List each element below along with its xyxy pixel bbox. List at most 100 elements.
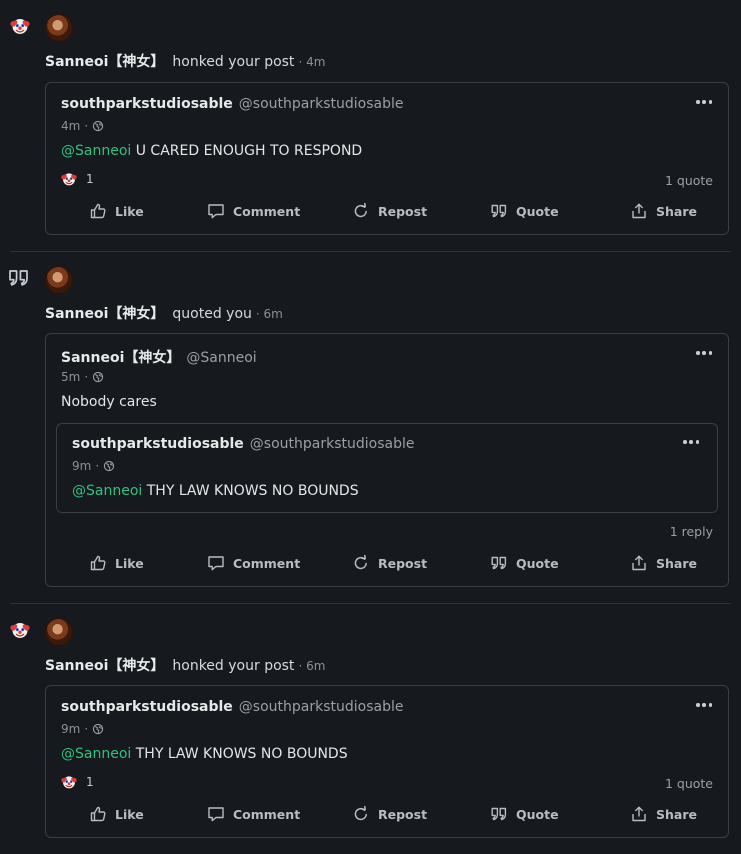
- clown-face-icon: [61, 774, 77, 790]
- quoted-post-author[interactable]: southparkstudiosable: [72, 436, 244, 452]
- post-author[interactable]: Sanneoi【神女】: [61, 350, 180, 366]
- notification-action: honked your post: [172, 54, 295, 70]
- notification-time: · 4m: [298, 55, 326, 69]
- notification-actor[interactable]: Sanneoi【神女】: [45, 658, 164, 674]
- reactions-bar[interactable]: 1: [61, 171, 94, 187]
- comment-icon: [207, 202, 225, 220]
- meta-separator: ·: [95, 459, 100, 473]
- more-options-icon[interactable]: [696, 99, 712, 105]
- share-label: Share: [656, 555, 697, 571]
- quote-button[interactable]: Quote: [490, 805, 559, 823]
- share-icon: [630, 554, 648, 572]
- like-button[interactable]: Like: [89, 202, 144, 220]
- reply-count[interactable]: 1 reply: [670, 524, 713, 539]
- quote-icon: [490, 805, 508, 823]
- notification-time: · 6m: [298, 659, 326, 673]
- quote-icon: [490, 202, 508, 220]
- like-button[interactable]: Like: [89, 554, 144, 572]
- post-text: U CARED ENOUGH TO RESPOND: [135, 143, 363, 159]
- quote-icon: [8, 268, 30, 288]
- comment-label: Comment: [233, 806, 301, 822]
- clown-face-icon: [10, 16, 30, 36]
- quoted-post-content: @Sanneoi THY LAW KNOWS NO BOUNDS: [72, 483, 359, 499]
- repost-button[interactable]: Repost: [352, 554, 427, 572]
- post-actions: Like Comment Repost Quote Share: [46, 554, 728, 574]
- mention-link[interactable]: @Sanneoi: [61, 143, 131, 159]
- notification-item[interactable]: Sanneoi【神女】 quoted you · 6m Sanneoi【神女】 @Sa…: [0, 252, 741, 604]
- post-time[interactable]: 9m: [61, 722, 80, 736]
- reaction-count: 1: [86, 172, 94, 186]
- post-handle[interactable]: @southparkstudiosable: [239, 96, 404, 112]
- meta-separator: ·: [84, 370, 89, 384]
- repost-label: Repost: [378, 806, 428, 822]
- mention-link[interactable]: @Sanneoi: [72, 483, 142, 499]
- post-card[interactable]: southparkstudiosable @southparkstudiosabl…: [45, 82, 729, 235]
- repost-label: Repost: [378, 203, 428, 219]
- comment-label: Comment: [233, 203, 301, 219]
- like-label: Like: [115, 806, 144, 822]
- quote-count[interactable]: 1 quote: [665, 776, 713, 791]
- more-options-icon[interactable]: [696, 350, 712, 356]
- notification-actor[interactable]: Sanneoi【神女】: [45, 306, 164, 322]
- post-card[interactable]: southparkstudiosable @southparkstudiosabl…: [45, 685, 729, 838]
- comment-button[interactable]: Comment: [207, 805, 300, 823]
- post-author[interactable]: southparkstudiosable: [61, 96, 233, 112]
- notifications-feed: Sanneoi【神女】 honked your post · 4m southpar…: [0, 0, 741, 854]
- quote-count[interactable]: 1 quote: [665, 173, 713, 188]
- repost-button[interactable]: Repost: [352, 202, 427, 220]
- post-actions: Like Comment Repost Quote Share: [46, 202, 728, 222]
- thumbs-up-icon: [89, 202, 107, 220]
- post-card[interactable]: Sanneoi【神女】 @Sanneoi 5m · Nobody cares so…: [45, 333, 729, 587]
- repost-button[interactable]: Repost: [352, 805, 427, 823]
- post-content: @Sanneoi U CARED ENOUGH TO RESPOND: [61, 143, 362, 159]
- post-actions: Like Comment Repost Quote Share: [46, 805, 728, 825]
- post-time[interactable]: 4m: [61, 119, 80, 133]
- more-options-icon[interactable]: [683, 439, 699, 445]
- post-meta: 4m ·: [61, 119, 104, 133]
- share-button[interactable]: Share: [630, 554, 697, 572]
- comment-icon: [207, 805, 225, 823]
- notification-item[interactable]: Sanneoi【神女】 honked your post · 6m southpar…: [0, 604, 741, 854]
- like-button[interactable]: Like: [89, 805, 144, 823]
- more-options-icon[interactable]: [696, 702, 712, 708]
- comment-button[interactable]: Comment: [207, 202, 300, 220]
- post-content: Nobody cares: [61, 394, 157, 410]
- repost-label: Repost: [378, 555, 428, 571]
- mention-link[interactable]: @Sanneoi: [61, 746, 131, 762]
- notification-time: · 6m: [255, 307, 283, 321]
- post-content: @Sanneoi THY LAW KNOWS NO BOUNDS: [61, 746, 348, 762]
- notification-text: Sanneoi【神女】 honked your post · 6m: [45, 655, 325, 675]
- reactions-bar[interactable]: 1: [61, 774, 94, 790]
- globe-icon: [103, 460, 115, 472]
- notification-item[interactable]: Sanneoi【神女】 honked your post · 4m southpar…: [0, 0, 741, 252]
- share-icon: [630, 202, 648, 220]
- quoted-post-time[interactable]: 9m: [72, 459, 91, 473]
- avatar[interactable]: [45, 14, 73, 42]
- thumbs-up-icon: [89, 554, 107, 572]
- comment-label: Comment: [233, 555, 301, 571]
- notification-action: quoted you: [172, 306, 252, 322]
- post-text: Nobody cares: [61, 394, 157, 410]
- repost-icon: [352, 202, 370, 220]
- quote-icon: [490, 554, 508, 572]
- share-button[interactable]: Share: [630, 805, 697, 823]
- quote-button[interactable]: Quote: [490, 554, 559, 572]
- notification-actor[interactable]: Sanneoi【神女】: [45, 54, 164, 70]
- post-time[interactable]: 5m: [61, 370, 80, 384]
- quoted-post[interactable]: southparkstudiosable @southparkstudiosabl…: [56, 423, 718, 513]
- thumbs-up-icon: [89, 805, 107, 823]
- like-label: Like: [115, 203, 144, 219]
- notification-action: honked your post: [172, 658, 295, 674]
- share-button[interactable]: Share: [630, 202, 697, 220]
- comment-button[interactable]: Comment: [207, 554, 300, 572]
- avatar[interactable]: [45, 266, 73, 294]
- quote-button[interactable]: Quote: [490, 202, 559, 220]
- post-author[interactable]: southparkstudiosable: [61, 699, 233, 715]
- share-label: Share: [656, 203, 697, 219]
- quoted-post-header: southparkstudiosable @southparkstudiosabl…: [72, 436, 414, 452]
- clown-face-icon: [10, 620, 30, 640]
- avatar[interactable]: [45, 618, 73, 646]
- quoted-post-handle[interactable]: @southparkstudiosable: [250, 436, 415, 452]
- post-handle[interactable]: @Sanneoi: [186, 350, 256, 366]
- post-handle[interactable]: @southparkstudiosable: [239, 699, 404, 715]
